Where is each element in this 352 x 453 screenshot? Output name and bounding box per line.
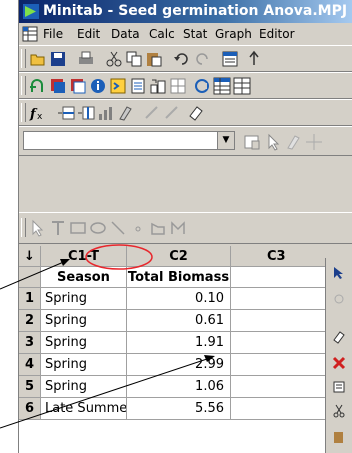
minitab-window: Minitab - Seed germination Anova.MPJ - F… (18, 0, 352, 453)
undo-icon[interactable] (173, 50, 191, 68)
up-icon[interactable] (245, 50, 263, 68)
paste-icon[interactable] (145, 50, 163, 68)
disabled-icon (165, 106, 178, 119)
notes-icon[interactable] (332, 380, 346, 394)
copy-icon[interactable] (125, 50, 143, 68)
menu-calc[interactable]: Calc (149, 24, 175, 44)
scissors-icon[interactable] (332, 404, 346, 418)
cell-total-biomass[interactable]: 5.56 (127, 398, 231, 420)
text-tool-icon[interactable] (49, 219, 67, 237)
row-number[interactable]: 3 (19, 332, 41, 354)
menu-graph[interactable]: Graph (215, 24, 252, 44)
session-icon[interactable] (221, 50, 239, 68)
row-number[interactable]: 2 (19, 310, 41, 332)
toolbar-grip[interactable] (21, 49, 26, 68)
worksheet-menu-icon[interactable] (22, 26, 38, 42)
standard-toolbar (19, 45, 352, 72)
menu-editor[interactable]: Editor (259, 24, 295, 44)
cell-total-biomass[interactable]: 0.61 (127, 310, 231, 332)
menu-data[interactable]: Data (111, 24, 140, 44)
row-direction-arrow[interactable]: ↓ (19, 246, 41, 267)
line-icon[interactable] (109, 219, 127, 237)
pointer-icon[interactable] (332, 266, 346, 280)
window-title: Minitab - Seed germination Anova.MPJ - (43, 3, 352, 19)
menu-stat[interactable]: Stat (183, 24, 207, 44)
print-icon[interactable] (77, 50, 95, 68)
annotation-toolbar (19, 212, 352, 244)
graph-editing-toolbar: ▼ (19, 126, 352, 156)
cell-total-biomass[interactable]: 1.91 (127, 332, 231, 354)
pointer-icon[interactable] (265, 133, 283, 151)
column-header-c2[interactable]: C2 (127, 246, 231, 267)
table-icon[interactable] (233, 77, 251, 95)
title-bar[interactable]: Minitab - Seed germination Anova.MPJ - (19, 0, 352, 23)
datawin-icon[interactable] (149, 77, 167, 95)
row-number[interactable]: 5 (19, 376, 41, 398)
row-number[interactable]: 1 (19, 288, 41, 310)
paste-icon[interactable] (332, 430, 346, 444)
pointer-icon[interactable] (29, 219, 47, 237)
disabled-icon (334, 294, 344, 304)
cell-total-biomass[interactable]: 1.06 (127, 376, 231, 398)
eraser-icon[interactable] (187, 104, 205, 122)
svg-text:x: x (37, 112, 43, 122)
crosshair-icon[interactable] (305, 133, 323, 151)
graph-item-combo[interactable]: ▼ (23, 131, 235, 150)
insert-col-icon[interactable] (77, 104, 95, 122)
brush-icon[interactable] (285, 133, 303, 151)
project-manager-toolbar (19, 72, 352, 99)
properties-icon[interactable] (243, 133, 261, 151)
combo-dropdown-icon[interactable]: ▼ (217, 132, 234, 149)
open-icon[interactable] (29, 50, 47, 68)
cell-season[interactable]: Late Summer (41, 398, 127, 420)
cell-season[interactable]: Spring (41, 310, 127, 332)
history-icon[interactable] (109, 77, 127, 95)
disabled-icon (145, 106, 158, 119)
dot-icon[interactable] (129, 219, 147, 237)
cell-season[interactable]: Spring (41, 354, 127, 376)
cut-icon[interactable] (105, 50, 123, 68)
close-graphs-icon[interactable] (193, 77, 211, 95)
row-number[interactable]: 4 (19, 354, 41, 376)
menu-bar: File Edit Data Calc Stat Graph Editor (19, 24, 352, 44)
row-number[interactable]: 6 (19, 398, 41, 420)
project-icon[interactable] (29, 77, 47, 95)
eraser-icon[interactable] (332, 330, 346, 344)
redo-icon[interactable] (193, 50, 211, 68)
column-name-total-biomass[interactable]: Total Biomass (127, 267, 231, 288)
chart-icon[interactable] (97, 104, 115, 122)
names-row-header[interactable] (19, 267, 41, 288)
polyline-icon[interactable] (169, 219, 187, 237)
toolbar-grip[interactable] (21, 103, 26, 122)
worksheet-icon[interactable] (49, 77, 67, 95)
column-header-c1[interactable]: C1-T (41, 246, 127, 267)
toolbar-grip[interactable] (21, 76, 26, 95)
worksheet-grid: ↓ C1-T C2 C3 Season Total Biomass 1 Spri… (19, 246, 352, 453)
toolbar-grip[interactable] (21, 218, 26, 237)
graph-annotation-sidebar (325, 258, 352, 453)
layout-icon[interactable] (169, 77, 187, 95)
grid-icon[interactable] (213, 77, 231, 95)
menu-edit[interactable]: Edit (77, 24, 100, 44)
cell-season[interactable]: Spring (41, 332, 127, 354)
rectangle-icon[interactable] (69, 219, 87, 237)
cell-total-biomass[interactable]: 2.99 (127, 354, 231, 376)
cell-season[interactable]: Spring (41, 288, 127, 310)
save-icon[interactable] (49, 50, 67, 68)
worksheet-toolbar: fx (19, 99, 352, 126)
cell-season[interactable]: Spring (41, 376, 127, 398)
ellipse-icon[interactable] (89, 219, 107, 237)
minitab-app-icon (23, 4, 39, 19)
fx-icon[interactable]: fx (29, 104, 47, 122)
menu-file[interactable]: File (43, 24, 63, 44)
brush-icon[interactable] (117, 104, 135, 122)
delete-icon[interactable] (332, 356, 346, 370)
insert-row-icon[interactable] (57, 104, 75, 122)
report-icon[interactable] (129, 77, 147, 95)
polygon-icon[interactable] (149, 219, 167, 237)
cell-total-biomass[interactable]: 0.10 (127, 288, 231, 310)
column-name-season[interactable]: Season (41, 267, 127, 288)
graph-icon[interactable] (69, 77, 87, 95)
info-icon[interactable] (89, 77, 107, 95)
